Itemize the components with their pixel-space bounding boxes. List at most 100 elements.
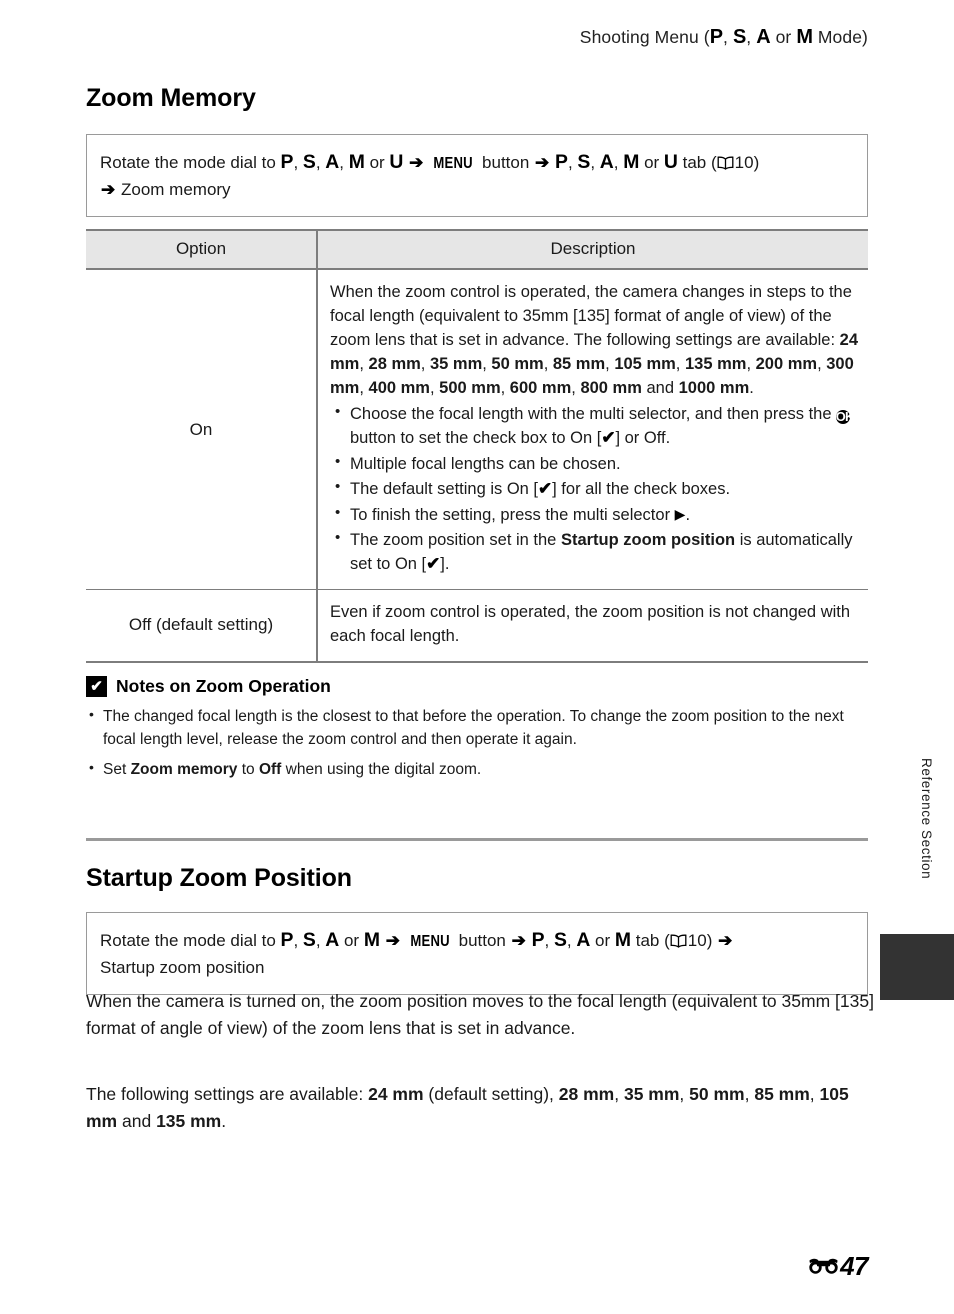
- mode-glyph-u: U: [663, 151, 678, 173]
- mode-glyph-p: P: [280, 151, 294, 173]
- bullet-text-part: The zoom position set in the: [350, 530, 561, 549]
- focal-length-value: 35 mm: [429, 355, 483, 374]
- description-intro-text: When the zoom control is operated, the c…: [330, 283, 852, 350]
- running-header: Shooting Menu (P, S, A or M Mode): [579, 26, 868, 48]
- table-row: Off (default setting) Even if zoom contr…: [86, 589, 868, 663]
- description-bullet-list: Choose the focal length with the multi s…: [330, 401, 858, 577]
- page-title-zoom-memory: Zoom Memory: [86, 84, 256, 112]
- arrow-right-icon: ➔: [385, 931, 400, 950]
- focal-length-value: 135 mm: [156, 1110, 222, 1131]
- checkmark-icon: ✔: [601, 428, 616, 448]
- nav-lead-text: Rotate the mode dial to: [100, 931, 281, 950]
- focal-length-value: 105 mm: [614, 355, 676, 374]
- description-cell-on: When the zoom control is operated, the c…: [317, 269, 868, 591]
- arrow-right-icon: ➔: [718, 931, 733, 950]
- mode-glyph-s: S: [302, 151, 316, 173]
- focal-length-value: 28 mm: [558, 1084, 615, 1104]
- section-divider: [86, 838, 868, 841]
- notes-list: The changed focal length is the closest …: [86, 704, 876, 781]
- book-reference-icon: [717, 156, 734, 170]
- arrow-right-icon: ➔: [101, 180, 116, 200]
- running-header-prefix: Shooting Menu (: [579, 27, 710, 47]
- nav-tab-word: tab (: [677, 153, 717, 172]
- mode-glyph-s: S: [732, 26, 747, 48]
- bullet-text-part: ].: [440, 554, 450, 573]
- mode-glyph-a: A: [576, 929, 591, 951]
- nav-or-text: or: [639, 153, 664, 172]
- notes-section: ✔ Notes on Zoom Operation The changed fo…: [86, 676, 876, 787]
- focal-length-value: 35 mm: [623, 1084, 680, 1104]
- settings-period: .: [221, 1110, 227, 1131]
- nav-or-text: or: [590, 931, 615, 950]
- note-bold-term: Zoom memory: [130, 760, 238, 778]
- nav-or-text: or: [339, 931, 364, 950]
- mode-glyph-m: M: [348, 151, 365, 173]
- bullet-text-part: ] for all the check boxes.: [552, 480, 731, 499]
- note-text-part: to: [237, 760, 259, 778]
- mode-glyph-m: M: [614, 929, 632, 951]
- focal-length-value: 50 mm: [689, 1084, 745, 1104]
- focal-length-value: 85 mm: [754, 1084, 810, 1104]
- bullet-text-part: .: [685, 505, 691, 524]
- nav-target-item: Startup zoom position: [100, 958, 265, 978]
- running-header-suffix: Mode): [812, 27, 868, 47]
- nav-page-ref: 10: [734, 153, 754, 172]
- mode-glyph-a: A: [756, 26, 771, 48]
- nav-tab-word: tab (: [631, 931, 670, 950]
- side-tab-marker: [880, 934, 954, 1000]
- notes-heading: ✔ Notes on Zoom Operation: [86, 676, 876, 697]
- note-text-part: Set: [103, 760, 131, 778]
- side-tab-label: Reference Section: [919, 758, 934, 880]
- mode-glyph-p: P: [280, 929, 294, 951]
- list-item: The zoom position set in the Startup zoo…: [330, 527, 858, 577]
- focal-length-value: 28 mm: [368, 355, 421, 374]
- focal-length-conjunction: and: [641, 379, 679, 398]
- list-item: The default setting is On [✔] for all th…: [330, 476, 858, 502]
- mode-glyph-a: A: [325, 151, 340, 173]
- focal-length-value: 1000 mm: [678, 379, 750, 398]
- nav-lead-text: Rotate the mode dial to: [100, 153, 281, 172]
- focal-length-value: 135 mm: [684, 355, 747, 374]
- page-footer: 47: [808, 1251, 868, 1282]
- note-bold-term: Off: [258, 760, 282, 778]
- mode-glyph-m: M: [363, 929, 380, 951]
- option-cell-off: Off (default setting): [86, 589, 318, 663]
- focal-length-value: 85 mm: [552, 355, 606, 374]
- notes-heading-text: Notes on Zoom Operation: [116, 676, 331, 696]
- nav-button-word: button: [453, 931, 511, 950]
- bullet-text-part: The default setting is On [: [350, 480, 539, 499]
- table-row: On When the zoom control is operated, th…: [86, 269, 868, 591]
- focal-length-value: 500 mm: [439, 379, 501, 398]
- nav-close-paren: ): [753, 153, 760, 172]
- description-cell-off: Even if zoom control is operated, the zo…: [317, 589, 868, 663]
- checkmark-icon: ✔: [426, 553, 441, 573]
- reference-section-marker-icon: [808, 1251, 839, 1282]
- mode-glyph-p: P: [555, 151, 568, 173]
- bullet-bold-term: Startup zoom position: [560, 530, 736, 549]
- mode-glyph-p: P: [531, 929, 545, 951]
- mode-glyph-u: U: [389, 151, 404, 173]
- note-text-part: when using the digital zoom.: [281, 760, 482, 778]
- page-title-startup-zoom: Startup Zoom Position: [86, 864, 352, 892]
- checkmark-icon: ✔: [538, 479, 553, 499]
- navigation-path-startup-zoom: Rotate the mode dial to P, S, A or M ➔ M…: [86, 912, 868, 996]
- list-item: Choose the focal length with the multi s…: [330, 401, 858, 451]
- arrow-right-icon: ➔: [535, 153, 550, 172]
- nav-page-ref: 10: [687, 931, 707, 950]
- bullet-text: Multiple focal lengths can be chosen.: [350, 455, 621, 474]
- manual-page: Shooting Menu (P, S, A or M Mode) Zoom M…: [0, 0, 954, 1314]
- nav-target-item: Zoom memory: [120, 180, 231, 200]
- book-reference-icon: [670, 934, 687, 948]
- column-header-option: Option: [86, 229, 318, 270]
- bullet-text-part: Choose the focal length with the multi s…: [350, 405, 837, 424]
- bullet-text-part: To finish the setting, press the multi s…: [350, 505, 675, 524]
- mode-glyph-a: A: [599, 151, 614, 173]
- table-header-row: Option Description: [86, 229, 868, 270]
- caution-checkmark-icon: ✔: [86, 676, 107, 697]
- bullet-text-part: button to set the check box to On [: [350, 429, 602, 448]
- focal-length-value: 600 mm: [509, 379, 572, 398]
- focal-length-value: 200 mm: [755, 355, 818, 374]
- default-setting-note: (default setting),: [423, 1084, 559, 1104]
- column-header-description: Description: [317, 229, 868, 270]
- mode-glyph-p: P: [709, 26, 724, 48]
